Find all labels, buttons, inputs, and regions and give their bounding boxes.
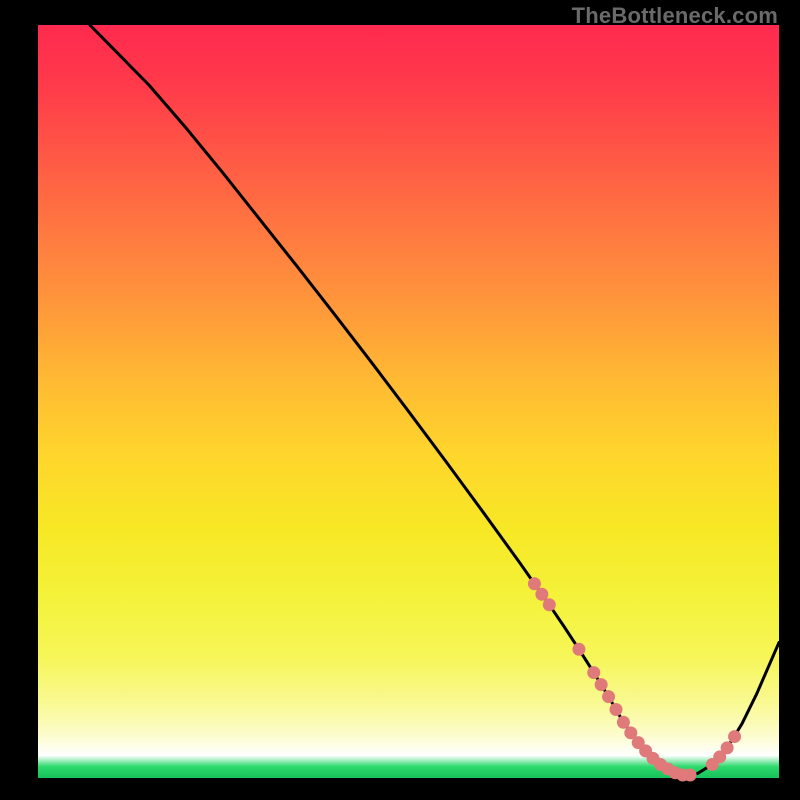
curve-marker [528, 577, 541, 590]
curve-marker [587, 666, 600, 679]
attribution-text: TheBottleneck.com [572, 3, 778, 29]
curve-marker [609, 703, 622, 716]
curve-marker [595, 678, 608, 691]
curve-marker [543, 598, 556, 611]
curve-marker [728, 730, 741, 743]
bottleneck-curve [38, 25, 779, 778]
curve-marker [617, 716, 630, 729]
curve-marker [721, 741, 734, 754]
curve-marker [535, 588, 548, 601]
curve-marker [684, 768, 697, 781]
chart-canvas: TheBottleneck.com [0, 0, 800, 800]
curve-marker [602, 690, 615, 703]
plot-area [38, 25, 779, 778]
curve-marker [572, 643, 585, 656]
